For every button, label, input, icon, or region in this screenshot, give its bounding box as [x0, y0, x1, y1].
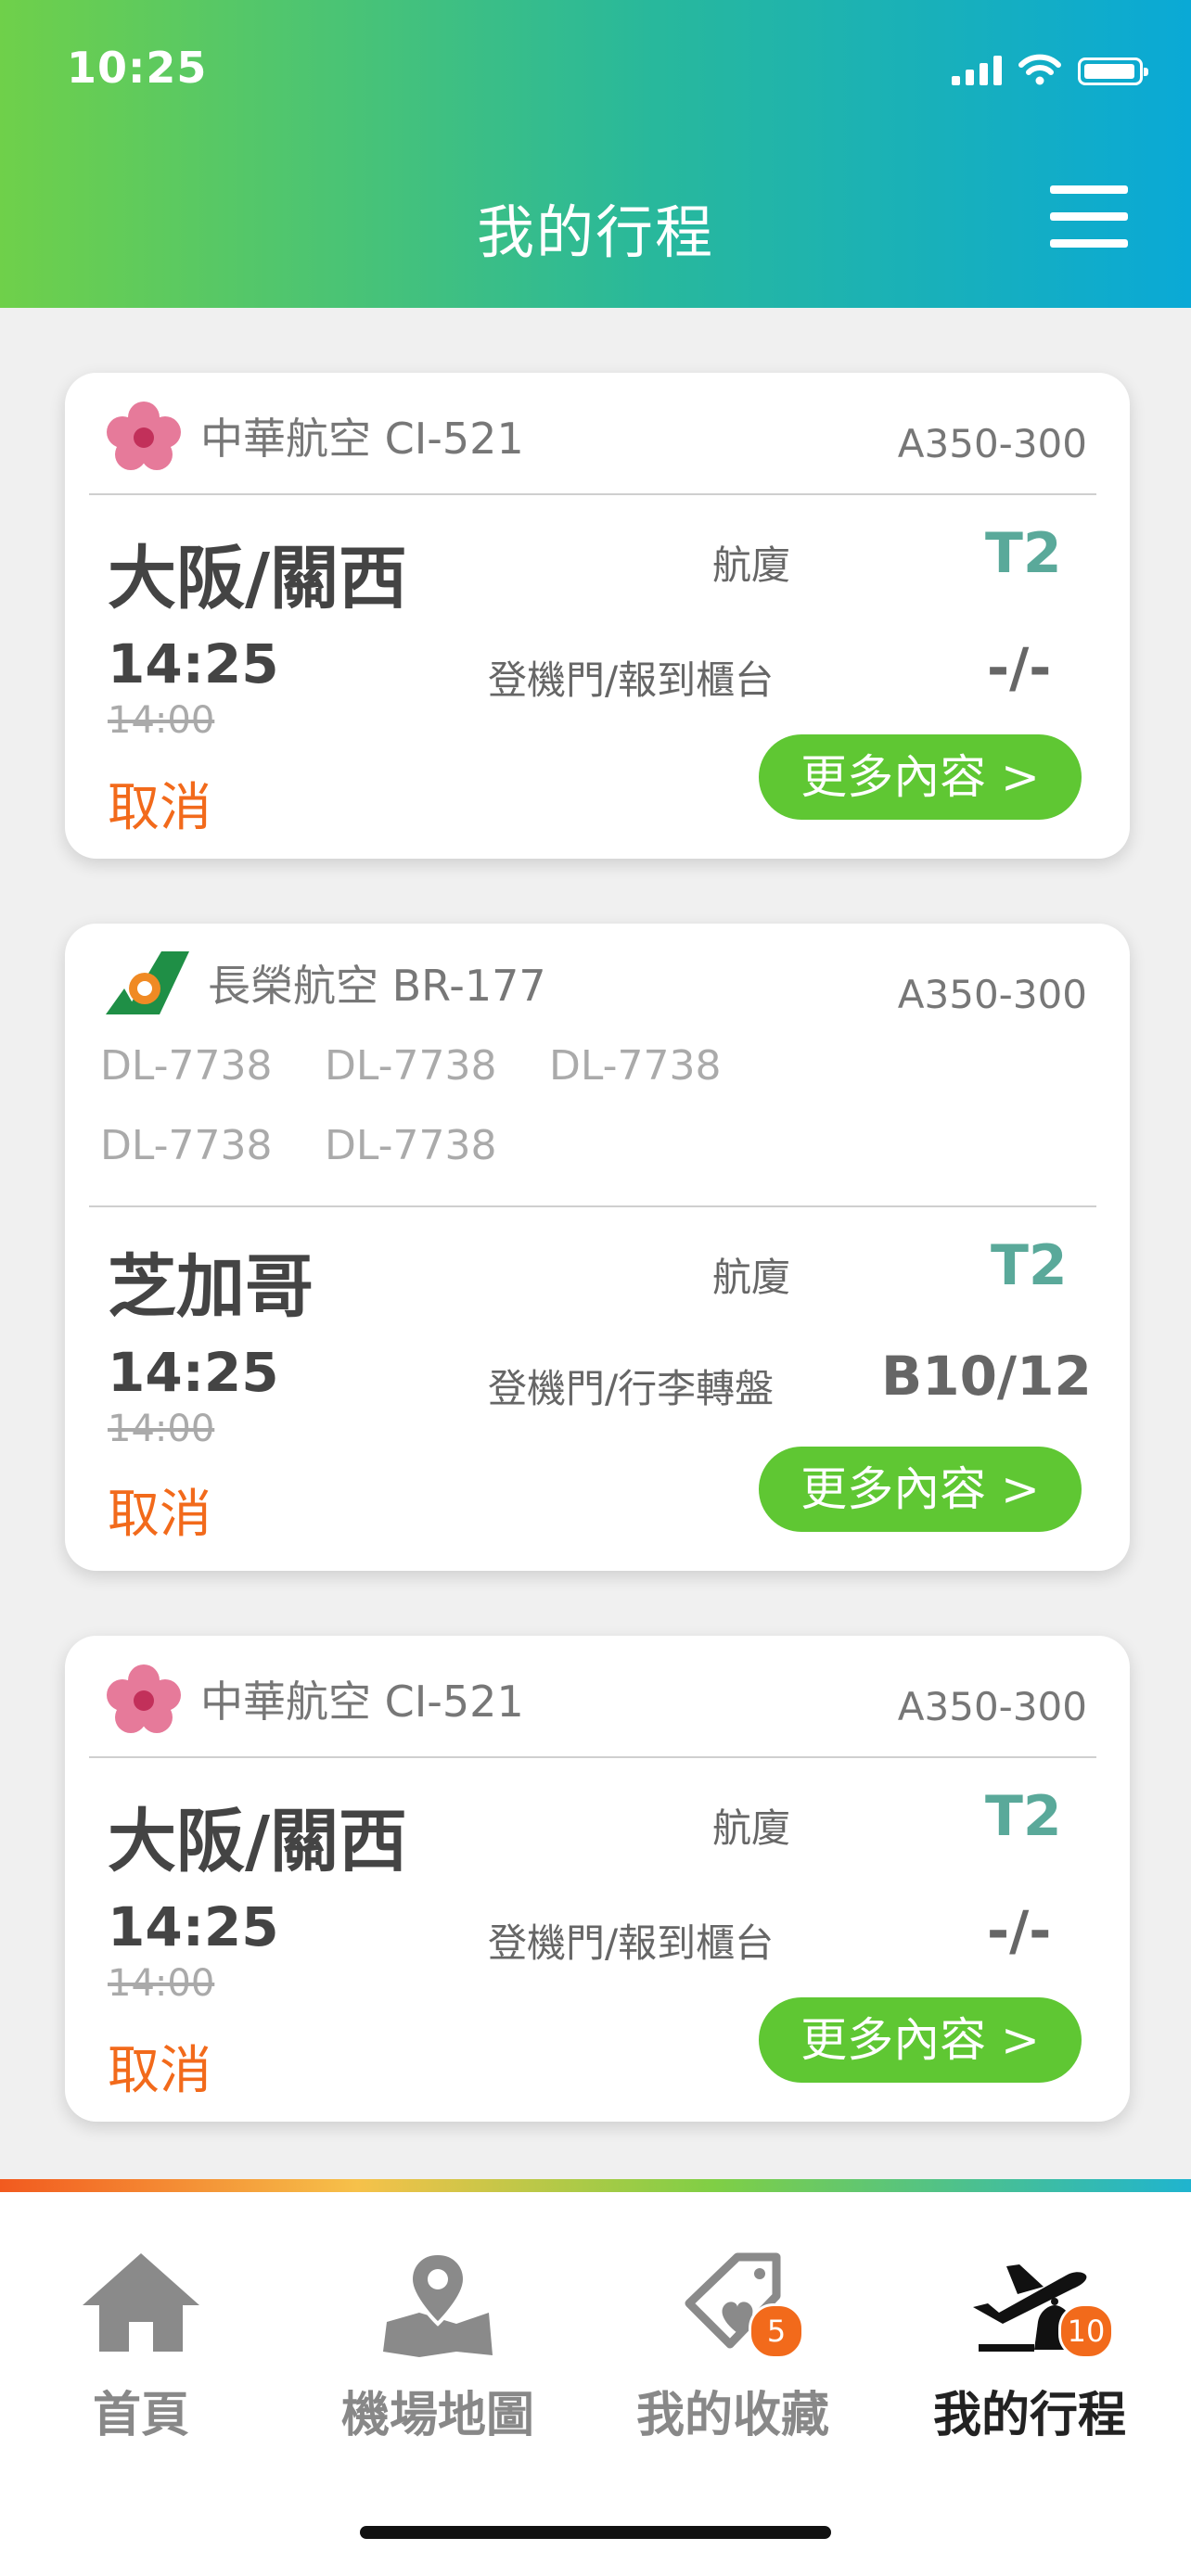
- flight-card[interactable]: 中華航空 CI-521 A350-300 大阪/關西 航廈 T2 14:25 登…: [65, 1636, 1130, 2122]
- codeshare-number: DL-7738: [100, 1042, 273, 1090]
- gate-label: 登機門/報到櫃台: [488, 657, 775, 703]
- departure-time: 14:25: [108, 632, 279, 695]
- destination: 大阪/關西: [108, 539, 408, 618]
- terminal-value: T2: [991, 1233, 1068, 1298]
- airline-flight-number: 長榮航空 BR-177: [208, 961, 546, 1011]
- tab-label: 我的行程: [932, 2388, 1126, 2443]
- menu-icon: [1050, 185, 1128, 194]
- airline-info: 中華航空 CI-521: [106, 1664, 524, 1734]
- card-divider: [89, 1756, 1096, 1758]
- tab-home[interactable]: 首頁: [2, 2248, 280, 2445]
- tab-label: 機場地圖: [340, 2388, 534, 2443]
- airline-flight-number: 中華航空 CI-521: [200, 1677, 524, 1727]
- eva-air-logo-icon: [106, 951, 189, 1014]
- gate-value: -/-: [987, 1899, 1052, 1962]
- tab-my-itinerary[interactable]: 10 我的行程: [890, 2248, 1169, 2445]
- tab-label: 首頁: [92, 2388, 189, 2443]
- gate-label: 登機門/報到櫃台: [488, 1920, 775, 1966]
- more-details-button[interactable]: 更多內容 >: [759, 1997, 1082, 2083]
- original-time: 14:00: [108, 1408, 215, 1450]
- codeshare-number: DL-7738: [549, 1042, 722, 1090]
- terminal-label: 航廈: [712, 542, 791, 588]
- airline-info: 中華航空 CI-521: [106, 401, 524, 471]
- flight-status: 取消: [108, 1485, 211, 1545]
- aircraft-type: A350-300: [897, 421, 1087, 466]
- bottom-tab-bar: 首頁 機場地圖 5 我的收藏 10 我的行程: [0, 2192, 1191, 2576]
- codeshare-number: DL-7738: [325, 1042, 497, 1090]
- original-time: 14:00: [108, 1962, 215, 2005]
- home-icon: [81, 2248, 201, 2359]
- china-airlines-plum-logo-icon: [107, 402, 181, 470]
- tab-label: 我的收藏: [635, 2388, 829, 2443]
- destination: 芝加哥: [108, 1247, 314, 1327]
- card-divider: [89, 1205, 1096, 1207]
- battery-icon: [1078, 57, 1148, 85]
- tab-airport-map[interactable]: 機場地圖: [299, 2248, 577, 2445]
- map-icon: [378, 2248, 498, 2359]
- itinerary-badge: 10: [1058, 2303, 1114, 2359]
- wifi-icon: [1018, 54, 1061, 85]
- flight-card[interactable]: 中華航空 CI-521 A350-300 大阪/關西 航廈 T2 14:25 登…: [65, 373, 1130, 859]
- codeshare-number: DL-7738: [100, 1122, 273, 1169]
- favorites-badge: 5: [749, 2303, 804, 2359]
- aircraft-type: A350-300: [897, 972, 1087, 1017]
- status-icons: [952, 54, 1148, 85]
- tabbar-accent-stripe: [0, 2179, 1191, 2192]
- china-airlines-plum-logo-icon: [107, 1664, 181, 1733]
- gate-value: B10/12: [881, 1345, 1092, 1408]
- terminal-value: T2: [985, 1784, 1062, 1849]
- destination: 大阪/關西: [108, 1802, 408, 1881]
- flight-bell-icon: 10: [969, 2248, 1114, 2359]
- home-indicator[interactable]: [360, 2526, 831, 2539]
- codeshare-number: DL-7738: [325, 1122, 497, 1169]
- terminal-label: 航廈: [712, 1805, 791, 1851]
- status-time: 10:25: [67, 43, 208, 93]
- departure-time: 14:25: [108, 1341, 279, 1404]
- menu-button[interactable]: [1050, 184, 1128, 250]
- tab-favorites[interactable]: 5 我的收藏: [594, 2248, 872, 2445]
- flight-status: 取消: [108, 2041, 211, 2101]
- aircraft-type: A350-300: [897, 1684, 1087, 1729]
- flight-status: 取消: [108, 778, 211, 838]
- signal-icon: [952, 54, 1002, 85]
- airline-info: 長榮航空 BR-177: [106, 951, 546, 1014]
- airline-flight-number: 中華航空 CI-521: [200, 414, 524, 464]
- card-divider: [89, 493, 1096, 495]
- app-header: 10:25 我的行程: [0, 0, 1191, 308]
- flight-card[interactable]: 長榮航空 BR-177 A350-300 DL-7738 DL-7738 DL-…: [65, 924, 1130, 1571]
- gate-value: -/-: [987, 636, 1052, 699]
- gate-label: 登機門/行李轉盤: [488, 1366, 775, 1411]
- original-time: 14:00: [108, 699, 215, 742]
- departure-time: 14:25: [108, 1895, 279, 1958]
- page-title: 我的行程: [476, 198, 714, 266]
- more-details-button[interactable]: 更多內容 >: [759, 734, 1082, 820]
- favorites-tag-icon: 5: [672, 2248, 804, 2359]
- more-details-button[interactable]: 更多內容 >: [759, 1447, 1082, 1532]
- terminal-label: 航廈: [712, 1255, 791, 1300]
- terminal-value: T2: [985, 521, 1062, 586]
